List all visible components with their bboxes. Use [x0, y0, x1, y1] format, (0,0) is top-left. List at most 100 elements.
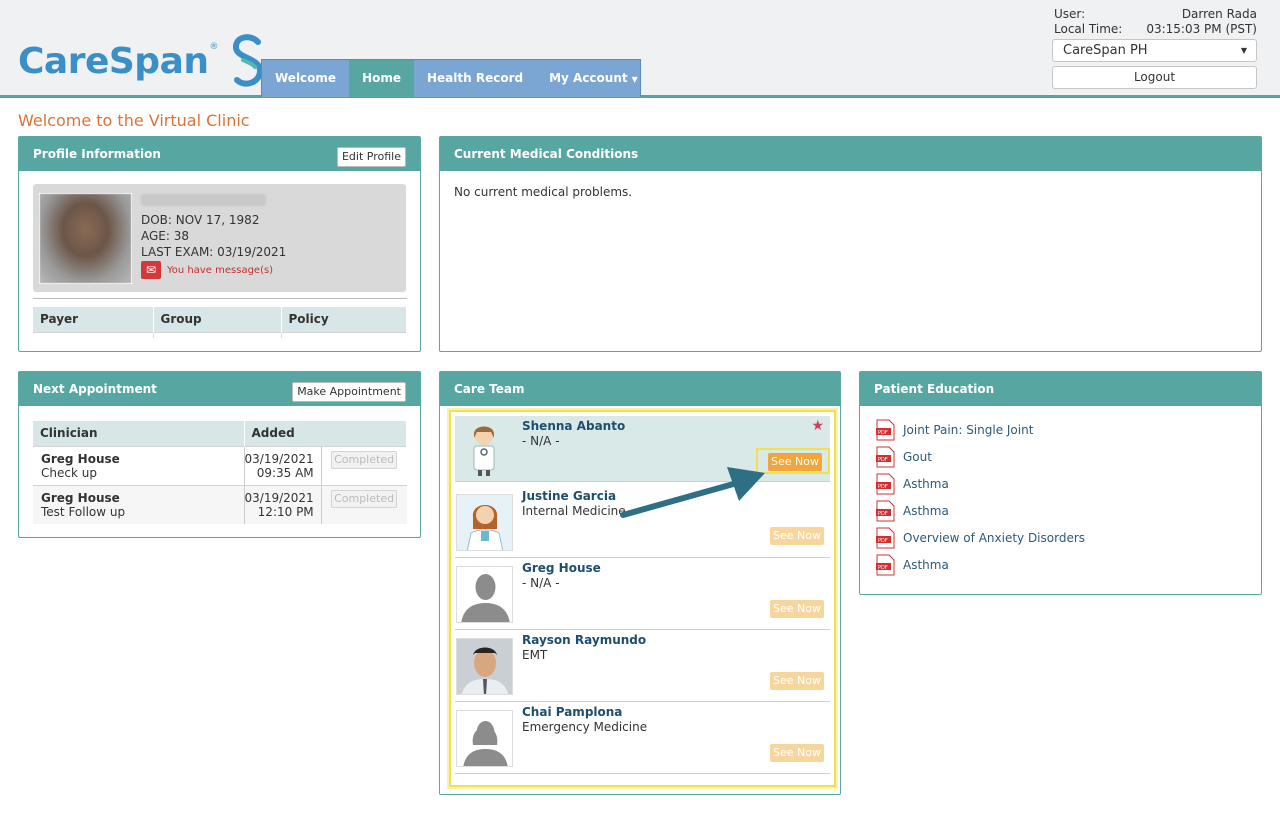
- appointment-date: 03/19/2021: [244, 451, 314, 466]
- user-label: User:: [1054, 7, 1086, 21]
- completed-button: Completed: [331, 489, 398, 508]
- member-specialty: - N/A -: [522, 434, 560, 448]
- member-name[interactable]: Greg House: [522, 561, 601, 575]
- education-list: PDF Joint Pain: Single Joint PDF Gout PD…: [875, 416, 1085, 578]
- user-name: Darren Rada: [1181, 7, 1257, 21]
- conditions-panel-header: Current Medical Conditions: [440, 137, 1261, 171]
- care-team-panel: Care Team Shenna Abanto - N/A - ★ See No…: [439, 371, 841, 795]
- member-name[interactable]: Shenna Abanto: [522, 419, 625, 433]
- logout-button[interactable]: Logout: [1052, 66, 1257, 89]
- conditions-panel: Current Medical Conditions No current me…: [439, 136, 1262, 352]
- divider: [33, 298, 407, 299]
- edit-profile-button[interactable]: Edit Profile: [336, 147, 406, 167]
- female-silhouette-icon: [456, 710, 513, 767]
- profile-panel-title: Profile Information: [33, 147, 161, 161]
- group-header: Group: [153, 307, 282, 332]
- appointment-clinician: Greg House: [41, 451, 120, 466]
- pointer-arrow-icon: [620, 467, 765, 518]
- profile-panel: Profile Information Edit Profile DOB: NO…: [18, 136, 421, 352]
- member-specialty: Emergency Medicine: [522, 720, 648, 734]
- see-now-button[interactable]: See Now: [770, 672, 824, 690]
- appointment-panel-header: Next Appointment Make Appointment: [19, 372, 420, 406]
- see-now-button[interactable]: See Now: [768, 453, 822, 471]
- appointment-clinician: Greg House: [41, 490, 120, 505]
- carespan-logo[interactable]: CareSpan ®: [18, 34, 265, 88]
- messages-link[interactable]: ✉ You have message(s): [141, 261, 273, 279]
- svg-text:PDF: PDF: [878, 565, 888, 571]
- see-now-button[interactable]: See Now: [770, 744, 824, 762]
- member-photo: [456, 638, 513, 695]
- appointment-row[interactable]: Greg House Test Follow up 03/19/2021 12:…: [33, 484, 407, 524]
- site-select-value: CareSpan PH: [1063, 43, 1148, 58]
- education-item[interactable]: PDF Gout: [875, 443, 1085, 470]
- education-link[interactable]: Asthma: [903, 504, 949, 518]
- tab-welcome[interactable]: Welcome: [262, 60, 349, 97]
- education-link[interactable]: Joint Pain: Single Joint: [903, 423, 1033, 437]
- make-appointment-button[interactable]: Make Appointment: [292, 382, 406, 402]
- member-photo: [457, 639, 512, 694]
- member-specialty: EMT: [522, 648, 548, 662]
- profile-card: DOB: NOV 17, 1982 AGE: 38 LAST EXAM: 03/…: [33, 184, 406, 292]
- education-link[interactable]: Gout: [903, 450, 932, 464]
- carespan-s-icon: [232, 34, 263, 87]
- svg-text:PDF: PDF: [878, 457, 888, 463]
- female-doctor-cartoon-icon: [456, 494, 513, 551]
- page-title: Welcome to the Virtual Clinic: [18, 111, 250, 130]
- female-doctor-cartoon-icon: [457, 495, 512, 550]
- education-item[interactable]: PDF Overview of Anxiety Disorders: [875, 524, 1085, 551]
- member-specialty: Internal Medicine: [522, 504, 626, 518]
- patient-dob: DOB: NOV 17, 1982: [141, 213, 260, 227]
- education-item[interactable]: PDF Joint Pain: Single Joint: [875, 416, 1085, 443]
- clinician-header: Clinician: [33, 421, 245, 446]
- education-item[interactable]: PDF Asthma: [875, 551, 1085, 578]
- appointment-panel-title: Next Appointment: [33, 382, 157, 396]
- see-now-button[interactable]: See Now: [770, 527, 824, 545]
- appointment-reason: Test Follow up: [41, 504, 126, 519]
- svg-text:PDF: PDF: [878, 511, 888, 517]
- appointment-reason: Check up: [41, 465, 97, 480]
- site-select[interactable]: CareSpan PH ▼: [1052, 39, 1257, 62]
- education-panel: Patient Education PDF Joint Pain: Single…: [859, 371, 1262, 595]
- favorite-star-icon: ★: [811, 418, 824, 434]
- pdf-icon: PDF: [876, 500, 895, 521]
- member-name[interactable]: Rayson Raymundo: [522, 633, 646, 647]
- tab-health-record-label: Health Record: [427, 71, 524, 85]
- education-link[interactable]: Overview of Anxiety Disorders: [903, 531, 1085, 545]
- patient-age: AGE: 38: [141, 229, 190, 243]
- tab-my-account[interactable]: My Account ▼: [536, 60, 651, 97]
- care-team-member[interactable]: Rayson Raymundo EMT See Now: [455, 630, 830, 702]
- patient-name-redacted: [141, 194, 266, 206]
- doctor-cartoon-icon: [456, 420, 513, 477]
- education-panel-title: Patient Education: [874, 382, 995, 396]
- education-link[interactable]: Asthma: [903, 477, 949, 491]
- completed-button: Completed: [331, 450, 398, 469]
- svg-text:PDF: PDF: [878, 538, 888, 544]
- app-header: CareSpan ® Welcome Home Health Record My…: [0, 0, 1280, 98]
- male-silhouette-icon: [456, 566, 513, 623]
- tab-home[interactable]: Home: [349, 60, 414, 97]
- care-team-panel-header: Care Team: [440, 372, 840, 406]
- local-time-value: 03:15:03 PM (PST): [1146, 22, 1257, 36]
- see-now-button[interactable]: See Now: [770, 600, 824, 618]
- logo-trademark: ®: [209, 42, 219, 52]
- appointment-row[interactable]: Greg House Check up 03/19/2021 09:35 AM …: [33, 445, 407, 485]
- pdf-icon: PDF: [876, 554, 895, 575]
- member-name[interactable]: Justine Garcia: [522, 489, 616, 503]
- care-team-member[interactable]: Greg House - N/A - See Now: [455, 558, 830, 630]
- user-info: User: Darren Rada Local Time: 03:15:03 PM …: [1054, 7, 1257, 37]
- svg-text:PDF: PDF: [878, 484, 888, 490]
- doctor-cartoon-icon: [473, 426, 495, 476]
- profile-photo[interactable]: [40, 194, 131, 283]
- local-time-label: Local Time:: [1054, 22, 1123, 36]
- member-name[interactable]: Chai Pamplona: [522, 705, 622, 719]
- education-item[interactable]: PDF Asthma: [875, 497, 1085, 524]
- education-link[interactable]: Asthma: [903, 558, 949, 572]
- education-item[interactable]: PDF Asthma: [875, 470, 1085, 497]
- logo-text: CareSpan: [18, 40, 209, 82]
- insurance-table: Payer Group Policy: [33, 307, 407, 338]
- care-team-member[interactable]: Chai Pamplona Emergency Medicine See Now: [455, 702, 830, 774]
- messages-text: You have message(s): [167, 264, 274, 276]
- appointment-time: 12:10 PM: [257, 504, 314, 519]
- tab-health-record[interactable]: Health Record: [414, 60, 536, 97]
- main-nav: Welcome Home Health Record My Account ▼: [261, 59, 641, 97]
